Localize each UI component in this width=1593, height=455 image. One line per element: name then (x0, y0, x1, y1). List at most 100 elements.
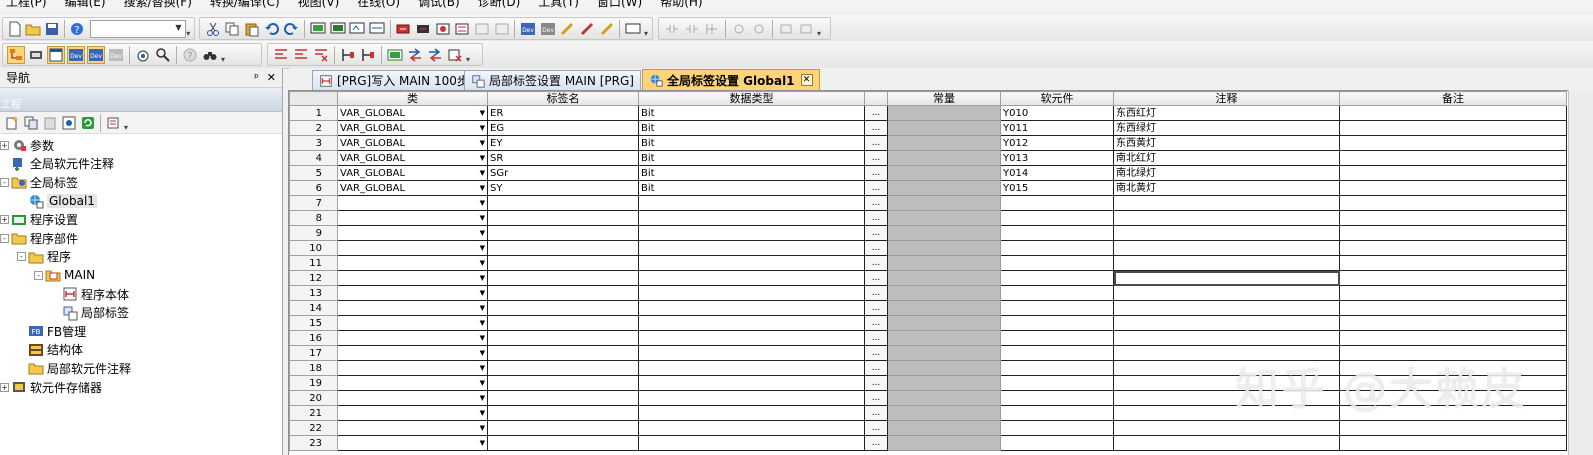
menu-item-10[interactable]: 帮助(H) (660, 0, 702, 9)
row-number[interactable]: 9 (289, 225, 338, 241)
vertical-scrollbar[interactable] (1568, 90, 1593, 455)
data-type-browse-button[interactable]: ... (864, 135, 888, 151)
label-name-cell[interactable]: SR (487, 150, 639, 166)
chevron-down-icon[interactable]: ▼ (480, 167, 485, 180)
program-delete-icon[interactable] (312, 46, 330, 64)
toolbar-grip[interactable]: ▾ (816, 20, 822, 38)
comment-cell[interactable] (1113, 255, 1340, 271)
data-type-cell[interactable]: Bit (638, 150, 865, 166)
comment-cell[interactable] (1113, 285, 1340, 301)
device-cell[interactable] (1000, 360, 1114, 376)
device-cell[interactable] (1000, 405, 1114, 421)
watch-icon[interactable] (134, 46, 152, 64)
row-number[interactable]: 10 (289, 240, 338, 256)
data-type-browse-button[interactable]: ... (864, 225, 888, 241)
chevron-down-icon[interactable]: ▼ (480, 122, 485, 135)
data-type-browse-button[interactable]: ... (864, 345, 888, 361)
label-name-cell[interactable] (487, 225, 639, 241)
project-combo[interactable] (90, 19, 186, 38)
step-2-icon[interactable] (359, 46, 377, 64)
class-select[interactable]: ▼ (337, 360, 488, 376)
save-icon[interactable] (44, 20, 60, 38)
device-cell[interactable]: Y012 (1000, 135, 1114, 151)
ladder-view-icon[interactable] (453, 20, 471, 38)
comment-cell[interactable]: 东西黄灯 (1113, 135, 1340, 151)
label-name-cell[interactable] (487, 285, 639, 301)
device-cell[interactable] (1000, 345, 1114, 361)
data-type-browse-button[interactable]: ... (864, 420, 888, 436)
data-type-browse-button[interactable]: ... (864, 390, 888, 406)
chevron-down-icon[interactable]: ▼ (480, 257, 485, 270)
class-select[interactable]: VAR_GLOBAL ▼ (337, 105, 488, 121)
label-name-cell[interactable] (487, 300, 639, 316)
class-select[interactable]: ▼ (337, 210, 488, 226)
row-number[interactable]: 8 (289, 210, 338, 226)
device-cell[interactable]: Y013 (1000, 150, 1114, 166)
data-type-browse-button[interactable]: ... (864, 315, 888, 331)
data-type-browse-button[interactable]: ... (864, 360, 888, 376)
display-mode-icon[interactable] (386, 46, 404, 64)
transfer-icon[interactable] (406, 46, 424, 64)
remark-cell[interactable] (1339, 240, 1567, 256)
comment-cell[interactable] (1113, 300, 1340, 316)
class-select[interactable]: ▼ (337, 255, 488, 271)
read-plc-icon[interactable] (414, 20, 432, 38)
chevron-down-icon[interactable]: ▼ (480, 197, 485, 210)
device-cell[interactable] (1000, 255, 1114, 271)
remark-cell[interactable] (1339, 150, 1567, 166)
data-type-cell[interactable] (638, 210, 865, 226)
data-type-cell[interactable]: Bit (638, 165, 865, 181)
chevron-down-icon[interactable]: ▼ (480, 287, 485, 300)
data-type-cell[interactable] (638, 390, 865, 406)
tree-item-5[interactable]: - 程序部件 (0, 229, 282, 248)
data-type-browse-button[interactable]: ... (864, 105, 888, 121)
comment-cell[interactable] (1113, 225, 1340, 241)
class-select[interactable]: ▼ (337, 330, 488, 346)
label-name-cell[interactable] (487, 240, 639, 256)
data-type-cell[interactable]: Bit (638, 105, 865, 121)
table-corner[interactable] (289, 91, 338, 106)
row-number[interactable]: 17 (289, 345, 338, 361)
device-list-3-icon[interactable]: Dev (107, 46, 125, 64)
remark-cell[interactable] (1339, 165, 1567, 181)
expand-icon[interactable]: + (0, 215, 9, 225)
label-name-cell[interactable]: EY (487, 135, 639, 151)
device-cell[interactable]: Y010 (1000, 105, 1114, 121)
copy-icon[interactable] (224, 20, 242, 38)
row-number[interactable]: 15 (289, 315, 338, 331)
close-icon[interactable]: ✕ (267, 71, 276, 84)
header-comment[interactable]: 注释 (1113, 91, 1340, 106)
comment-cell[interactable] (1113, 195, 1340, 211)
chevron-down-icon[interactable]: ▼ (480, 362, 485, 375)
search-device-icon[interactable] (154, 46, 172, 64)
remark-cell[interactable] (1339, 255, 1567, 271)
module-icon[interactable] (27, 46, 45, 64)
data-type-cell[interactable] (638, 405, 865, 421)
class-select[interactable]: VAR_GLOBAL ▼ (337, 165, 488, 181)
class-select[interactable]: ▼ (337, 315, 488, 331)
label-name-cell[interactable] (487, 360, 639, 376)
remark-cell[interactable] (1339, 105, 1567, 121)
monitor-icon[interactable] (309, 20, 327, 38)
expand-icon[interactable]: + (0, 140, 9, 150)
online-2-icon[interactable] (368, 20, 386, 38)
device-cell[interactable] (1000, 270, 1114, 286)
display-icon[interactable] (624, 20, 642, 38)
chevron-down-icon[interactable]: ▼ (480, 302, 485, 315)
row-number[interactable]: 1 (289, 105, 338, 121)
arrow-tool-icon[interactable] (559, 20, 577, 38)
comment-cell[interactable]: 东西红灯 (1113, 105, 1340, 121)
class-select[interactable]: VAR_GLOBAL ▼ (337, 120, 488, 136)
comment-cell[interactable] (1113, 420, 1340, 436)
row-number[interactable]: 14 (289, 300, 338, 316)
tree-item-9[interactable]: 局部标签 (0, 303, 282, 322)
data-type-browse-button[interactable]: ... (864, 405, 888, 421)
program-list-icon[interactable] (272, 46, 290, 64)
chevron-down-icon[interactable]: ▼ (480, 332, 485, 345)
chevron-down-icon[interactable]: ▼ (480, 437, 485, 450)
data-type-cell[interactable] (638, 300, 865, 316)
undo-icon[interactable] (263, 20, 281, 38)
pin-icon[interactable]: ᵖ (254, 71, 259, 84)
data-type-cell[interactable] (638, 330, 865, 346)
dev-2-icon[interactable]: Dev (539, 20, 557, 38)
